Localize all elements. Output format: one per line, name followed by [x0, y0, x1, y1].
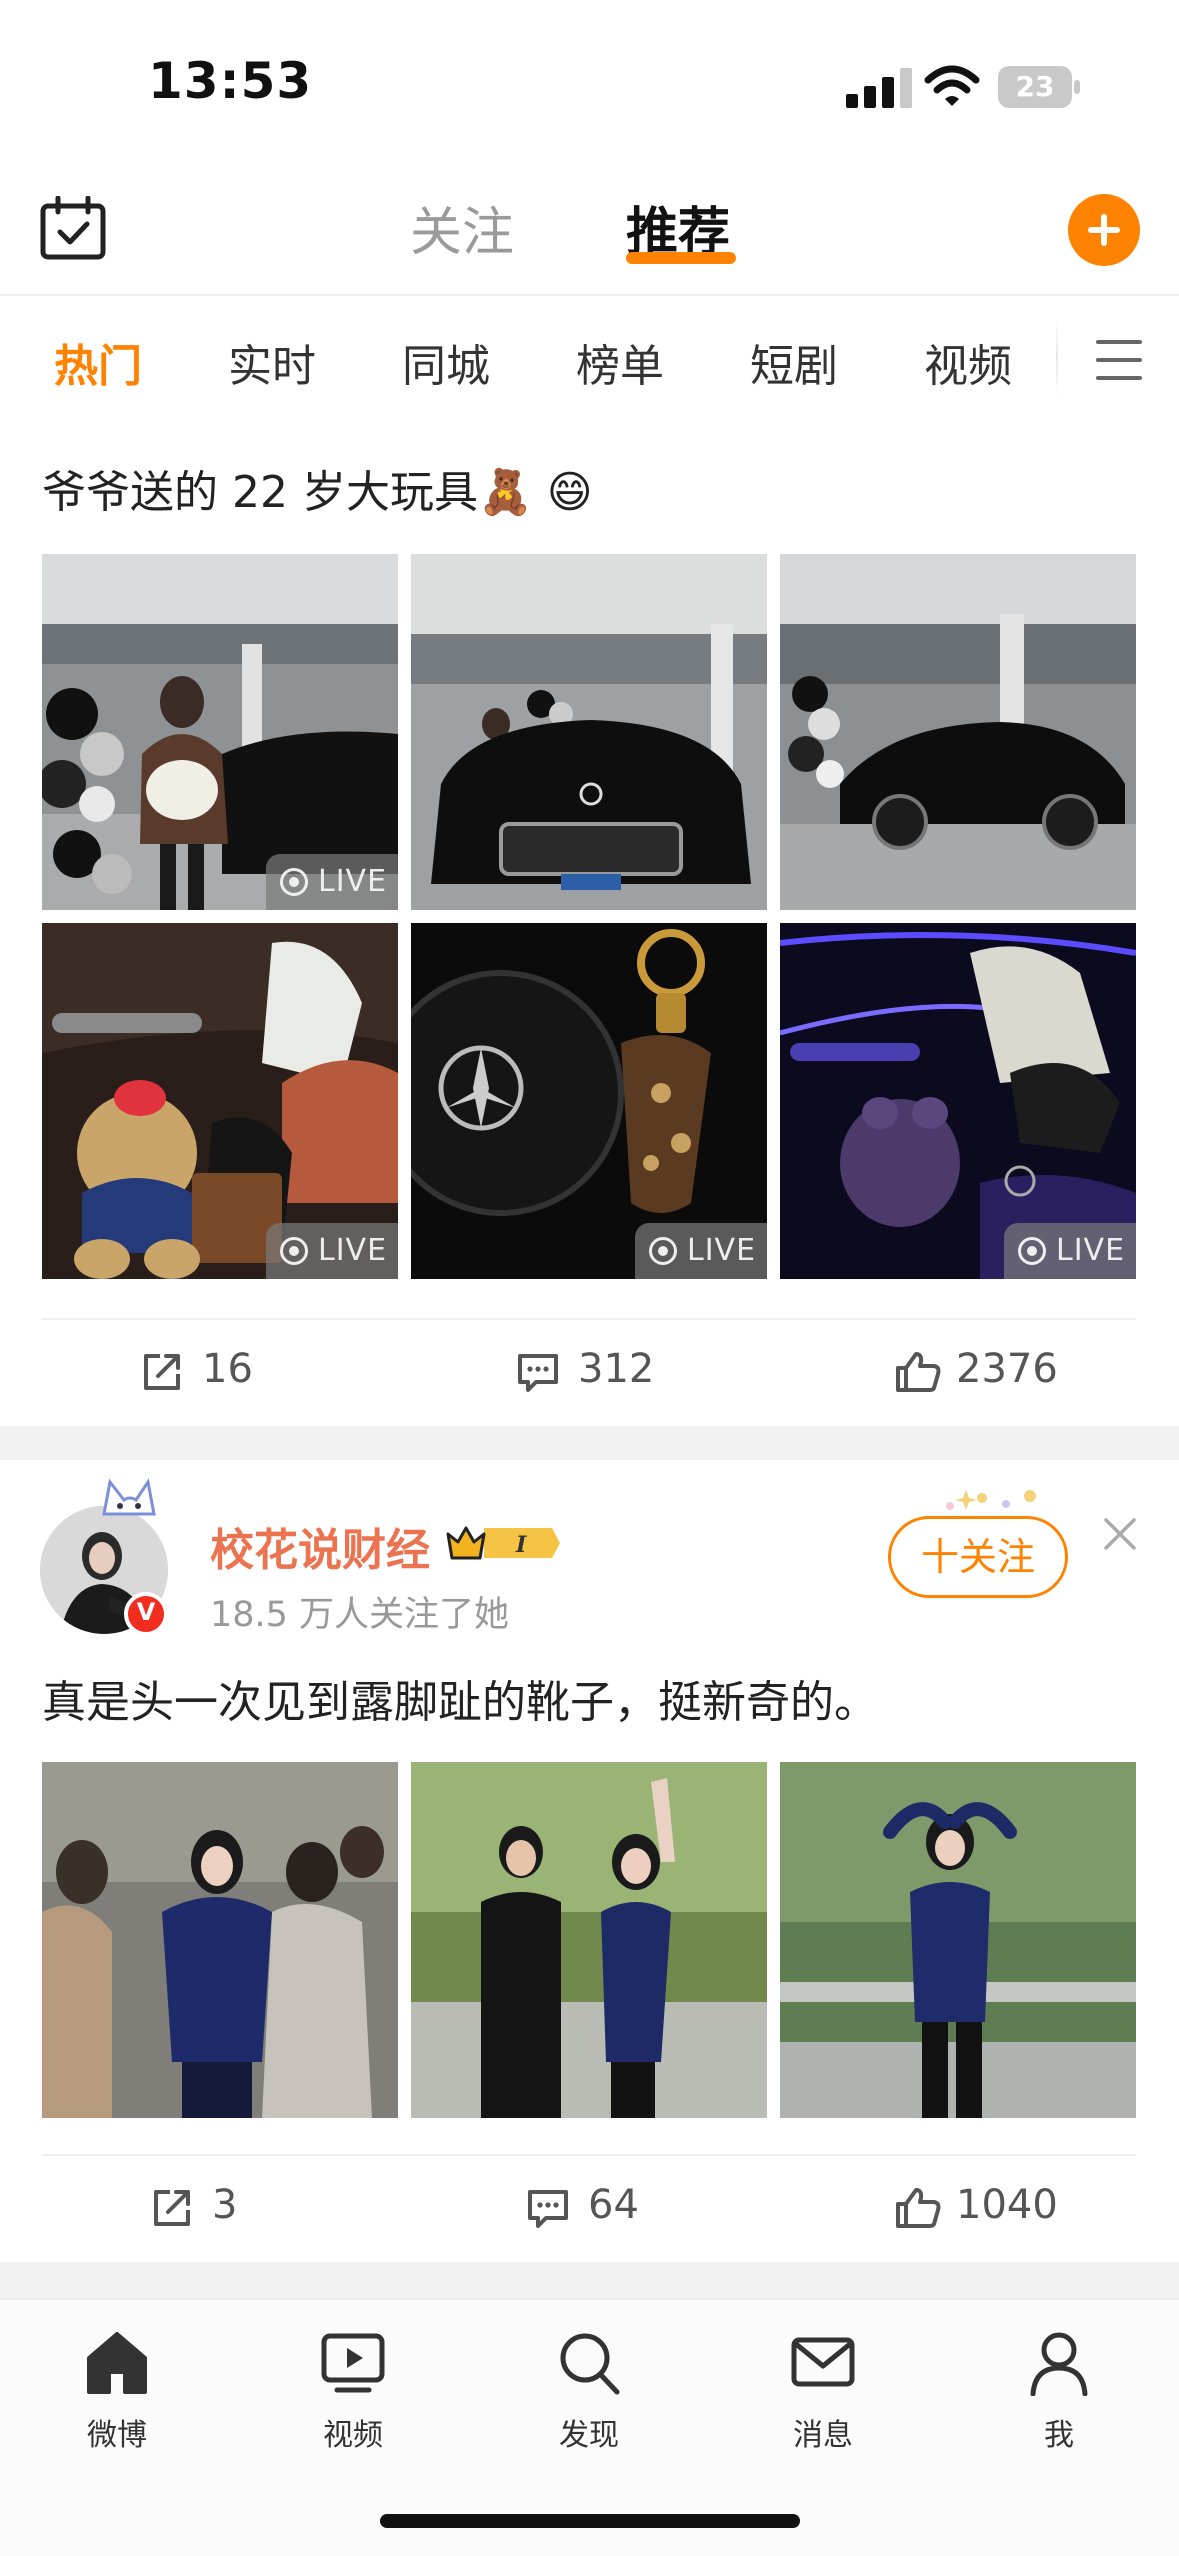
category-realtime[interactable]: 实时: [228, 330, 316, 394]
post-text: 爷爷送的 22 岁大玩具🧸 😄: [42, 467, 593, 518]
comment-icon: [518, 1354, 558, 1392]
like-count: 2376: [956, 1346, 1058, 1392]
tab-label: 微博: [87, 2418, 147, 2453]
sparkle-decoration-icon: [946, 1490, 1036, 1510]
repost-button[interactable]: 16: [140, 1346, 310, 1396]
video-icon: [321, 2333, 385, 2393]
repost-button[interactable]: 3: [150, 2182, 300, 2232]
comment-icon: [528, 2190, 568, 2228]
feed-separator: [0, 1426, 1179, 1460]
close-icon[interactable]: [1102, 1516, 1138, 1552]
category-local[interactable]: 同城: [402, 330, 490, 394]
crown-icon: I: [446, 1526, 560, 1560]
repost-count: 16: [202, 1346, 253, 1392]
cat-ears-decoration-icon: [102, 1478, 156, 1516]
repost-count: 3: [212, 2182, 238, 2228]
thumbs-up-icon: [896, 2188, 941, 2228]
mail-icon: [791, 2337, 855, 2387]
comment-count: 64: [588, 2182, 639, 2228]
post-photo[interactable]: LIVE: [42, 923, 398, 1279]
post-text: 真是头一次见到露脚趾的靴子，挺新奇的。: [42, 1677, 878, 1728]
profile-icon: [1030, 2332, 1088, 2396]
live-photo-badge: LIVE: [635, 1223, 767, 1279]
active-tab-indicator: [626, 252, 736, 264]
tab-profile[interactable]: 我: [994, 2330, 1124, 2460]
action-divider: [42, 2154, 1136, 2156]
like-count: 1040: [956, 2182, 1058, 2228]
tab-label: 视频: [323, 2418, 383, 2453]
home-icon: [87, 2332, 147, 2394]
battery-level: 23: [1015, 70, 1055, 103]
post-action-bar: 16 312 2376: [0, 1326, 1179, 1416]
home-indicator: [380, 2514, 800, 2528]
action-divider: [42, 1318, 1136, 1320]
tab-label: 消息: [793, 2418, 853, 2453]
follow-button[interactable]: 十关注: [888, 1516, 1068, 1598]
live-photo-badge: LIVE: [266, 1223, 398, 1279]
verified-badge: V: [124, 1592, 168, 1636]
comment-count: 312: [578, 1346, 655, 1392]
post-photo[interactable]: LIVE: [42, 554, 398, 910]
tab-label: 发现: [559, 2418, 619, 2453]
comment-button[interactable]: 64: [526, 2182, 686, 2232]
cellular-signal-icon: [846, 68, 912, 108]
category-separator: [1056, 318, 1058, 398]
post-photo[interactable]: LIVE: [411, 923, 767, 1279]
post-photo[interactable]: [780, 554, 1136, 910]
compose-button[interactable]: [1068, 194, 1140, 266]
post-photo[interactable]: [411, 1762, 767, 2118]
post-photo[interactable]: [411, 554, 767, 910]
wifi-icon: [924, 65, 980, 106]
feed-separator: [0, 2262, 1179, 2298]
repost-icon: [144, 1354, 180, 1390]
category-short-drama[interactable]: 短剧: [750, 330, 838, 394]
thumbs-up-icon: [896, 1352, 941, 1392]
post-photo[interactable]: LIVE: [780, 923, 1136, 1279]
repost-icon: [154, 2190, 190, 2226]
post-action-bar: 3 64 1040: [0, 2162, 1179, 2252]
comment-button[interactable]: 312: [516, 1346, 696, 1396]
tab-follow[interactable]: 关注: [410, 190, 514, 265]
post-photo[interactable]: [42, 1762, 398, 2118]
category-menu-icon[interactable]: [1096, 340, 1142, 380]
follower-count: 18.5 万人关注了她: [210, 1595, 510, 1635]
tab-messages[interactable]: 消息: [758, 2330, 888, 2460]
top-header: 关注 推荐: [0, 160, 1179, 294]
battery-indicator: 23: [998, 66, 1080, 108]
category-bar: 热门 实时 同城 榜单 短剧 视频: [0, 296, 1179, 416]
category-ranking[interactable]: 榜单: [576, 330, 664, 394]
post-photo[interactable]: [780, 1762, 1136, 2118]
calendar-check-icon[interactable]: [40, 196, 106, 260]
category-hot[interactable]: 热门: [54, 330, 142, 394]
author-name[interactable]: 校花说财经: [210, 1514, 430, 1578]
tab-home[interactable]: 微博: [52, 2330, 182, 2460]
tab-label: 我: [1044, 2418, 1074, 2453]
member-level-badge[interactable]: I: [444, 1520, 562, 1566]
search-icon: [560, 2333, 620, 2395]
tab-video[interactable]: 视频: [288, 2330, 418, 2460]
category-video[interactable]: 视频: [924, 330, 1012, 394]
status-bar: 13:53 23: [0, 0, 1179, 160]
member-level-text: I: [515, 1532, 527, 1558]
live-photo-badge: LIVE: [1004, 1223, 1136, 1279]
live-photo-badge: LIVE: [266, 854, 398, 910]
like-button[interactable]: 1040: [894, 2182, 1094, 2232]
status-time: 13:53: [148, 52, 313, 110]
tab-discover[interactable]: 发现: [524, 2330, 654, 2460]
like-button[interactable]: 2376: [894, 1346, 1094, 1396]
